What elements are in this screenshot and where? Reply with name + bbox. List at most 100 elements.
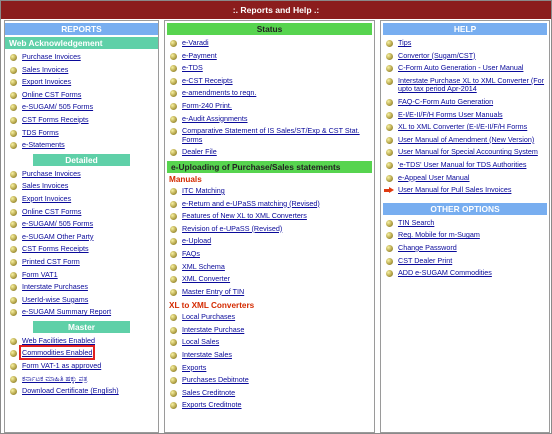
help-column: HELP Tips Convertor (Sugam/CST) C-Form Aut… — [380, 20, 550, 433]
menu-link[interactable]: 'e-TDS' User Manual for TDS Authorities — [398, 160, 526, 169]
list-item: e-Return and e-UPaSS matching (Revised) — [165, 199, 374, 209]
menu-link[interactable]: C-Form Auto Generation - User Manual — [398, 63, 523, 72]
menu-link[interactable]: e-amendments to reqn. — [182, 88, 256, 98]
menu-link[interactable]: CST Forms Receipts — [22, 115, 89, 124]
bullet-icon — [10, 375, 17, 383]
bullet-icon — [10, 350, 17, 358]
menu-link[interactable]: Web Facilities Enabled — [22, 336, 95, 345]
menu-link[interactable]: Reg. Mobile for m-Sugam — [398, 230, 480, 240]
list-item: TIN Search — [381, 218, 549, 228]
bullet-icon — [170, 389, 177, 397]
menu-link[interactable]: Master Entry of TIN — [182, 287, 244, 296]
menu-link[interactable]: Sales Creditnote — [182, 388, 235, 397]
menu-link[interactable]: e-TDS — [182, 63, 203, 72]
menu-link[interactable]: ಕರ್ನಾಟಕ ಮಾಹಿತಿ ಹಕ್ಕು ಪತ್ರ — [22, 374, 87, 383]
menu-link[interactable]: Export Invoices — [22, 194, 71, 203]
menu-link[interactable]: Local Purchases — [182, 312, 235, 321]
menu-link[interactable]: Local Sales — [182, 337, 219, 347]
menu-link[interactable]: e-SUGAM/ 505 Forms — [22, 102, 93, 112]
menu-link[interactable]: Commodities Enabled — [18, 345, 96, 361]
bullet-icon — [386, 77, 393, 85]
master-header: Master — [33, 320, 130, 333]
web-acknowledgement-header: Web Acknowledgement — [5, 37, 158, 49]
bullet-icon — [10, 208, 17, 216]
menu-link[interactable]: TDS Forms — [22, 128, 59, 137]
list-item: e-amendments to reqn. — [165, 89, 374, 98]
menu-link[interactable]: Revision of e-UPaSS (Revised) — [182, 224, 282, 233]
list-item: Master Entry of TIN — [165, 287, 374, 297]
menu-link[interactable]: e-Upload — [182, 236, 211, 246]
list-item: e-Statements — [5, 140, 158, 150]
menu-link[interactable]: XML Converter — [182, 274, 230, 283]
menu-link[interactable]: e-Statements — [22, 140, 65, 149]
menu-link[interactable]: XML Schema — [182, 262, 225, 271]
menu-link[interactable]: e-Varadi — [182, 38, 209, 47]
menu-link[interactable]: Purchases Debitnote — [182, 375, 249, 384]
menu-link[interactable]: ADD e-SUGAM Commodities — [398, 268, 492, 277]
bullet-icon — [170, 102, 177, 110]
menu-link[interactable]: User Manual for Special Accounting Syste… — [398, 147, 538, 157]
list-item: CST Dealer Print — [381, 256, 549, 266]
menu-link[interactable]: FAQ-C-Form Auto Generation — [398, 97, 493, 106]
menu-link[interactable]: Interstate Purchase — [182, 325, 244, 334]
menu-link[interactable]: e-Audit Assignments — [182, 114, 248, 123]
menu-link[interactable]: Online CST Forms — [22, 207, 81, 216]
menu-link[interactable]: ITC Matching — [182, 186, 225, 195]
menu-link[interactable]: Change Password — [398, 243, 457, 252]
list-item: XL to XML Converter (E-I/E-II/F/H Forms — [381, 122, 549, 132]
bullet-icon — [10, 79, 17, 87]
menu-link[interactable]: FAQs — [182, 249, 200, 258]
menu-link[interactable]: Form VAT-1 as approved — [22, 361, 101, 370]
bullet-icon — [10, 183, 17, 191]
menu-link[interactable]: E-I/E-II/F/H Forms User Manuals — [398, 110, 503, 119]
menu-link[interactable]: Dealer File — [182, 147, 217, 157]
menu-link[interactable]: e-SUGAM Other Party — [22, 232, 94, 241]
menu-link[interactable]: Interstate Purchase XL to XML Converter … — [398, 76, 544, 94]
reports-column: REPORTS Web Acknowledgement Purchase Inv… — [4, 20, 159, 433]
menu-link[interactable]: Purchase Invoices — [22, 169, 81, 178]
menu-link[interactable]: Interstate Purchases — [22, 282, 88, 291]
menu-link[interactable]: Sales Invoices — [22, 181, 68, 191]
menu-link[interactable]: CST Dealer Print — [398, 256, 452, 265]
list-item: e-TDS — [165, 63, 374, 73]
menu-link[interactable]: Form VAT1 — [22, 270, 58, 279]
bullet-icon — [170, 52, 177, 60]
menu-link[interactable]: Convertor (Sugam/CST) — [398, 51, 476, 60]
menu-link[interactable]: Purchase Invoices — [22, 52, 81, 61]
list-item: Web Facilities Enabled — [5, 336, 158, 346]
menu-link[interactable]: CST Forms Receipts — [22, 244, 89, 254]
menu-link[interactable]: e-Return and e-UPaSS matching (Revised) — [182, 199, 320, 208]
menu-link[interactable]: Exports — [182, 363, 206, 372]
bullet-icon — [10, 221, 17, 229]
menu-link[interactable]: e-SUGAM/ 505 Forms — [22, 219, 93, 228]
list-item: Sales Creditnote — [165, 388, 374, 398]
menu-link[interactable]: Export Invoices — [22, 77, 71, 86]
menu-link[interactable]: UserId-wise Sugams — [22, 295, 88, 304]
menu-link[interactable]: Online CST Forms — [22, 90, 81, 99]
menu-link[interactable]: Tips — [398, 38, 411, 47]
bullet-icon — [386, 111, 393, 119]
menu-link[interactable]: Download Certificate (English) — [22, 386, 119, 395]
menu-link[interactable]: Comparative Statement of IS Sales/ST/Exp… — [182, 126, 360, 144]
menu-link[interactable]: e-CST Receipts — [182, 76, 233, 85]
menu-link[interactable]: e-Appeal User Manual — [398, 173, 470, 182]
menu-link[interactable]: User Manual of Amendment (New Version) — [398, 135, 534, 144]
bullet-icon — [170, 77, 177, 85]
menu-link[interactable]: Features of New XL to XML Converters — [182, 211, 307, 220]
list-item: User Manual for Pull Sales Invoices — [381, 185, 549, 195]
menu-link[interactable]: Exports Creditnote — [182, 400, 242, 410]
menu-link[interactable]: XL to XML Converter (E-I/E-II/F/H Forms — [398, 122, 527, 131]
menu-link[interactable]: User Manual for Pull Sales Invoices — [398, 185, 511, 194]
menu-link[interactable]: Form-240 Print. — [182, 101, 232, 110]
menu-link[interactable]: e-SUGAM Summary Report — [22, 307, 111, 316]
reports-help-panel: :. Reports and Help .: REPORTS Web Ackno… — [0, 0, 552, 434]
menu-link[interactable]: TIN Search — [398, 218, 434, 227]
menu-link[interactable]: e-Payment — [182, 51, 217, 60]
bullet-icon — [386, 40, 393, 47]
menu-link[interactable]: Sales Invoices — [22, 65, 68, 74]
bullet-icon — [170, 115, 177, 123]
menu-link[interactable]: Printed CST Form — [22, 257, 80, 266]
list-item: Form VAT1 — [5, 270, 158, 280]
menu-link[interactable]: Interstate Sales — [182, 350, 232, 359]
bullet-icon — [386, 52, 393, 60]
